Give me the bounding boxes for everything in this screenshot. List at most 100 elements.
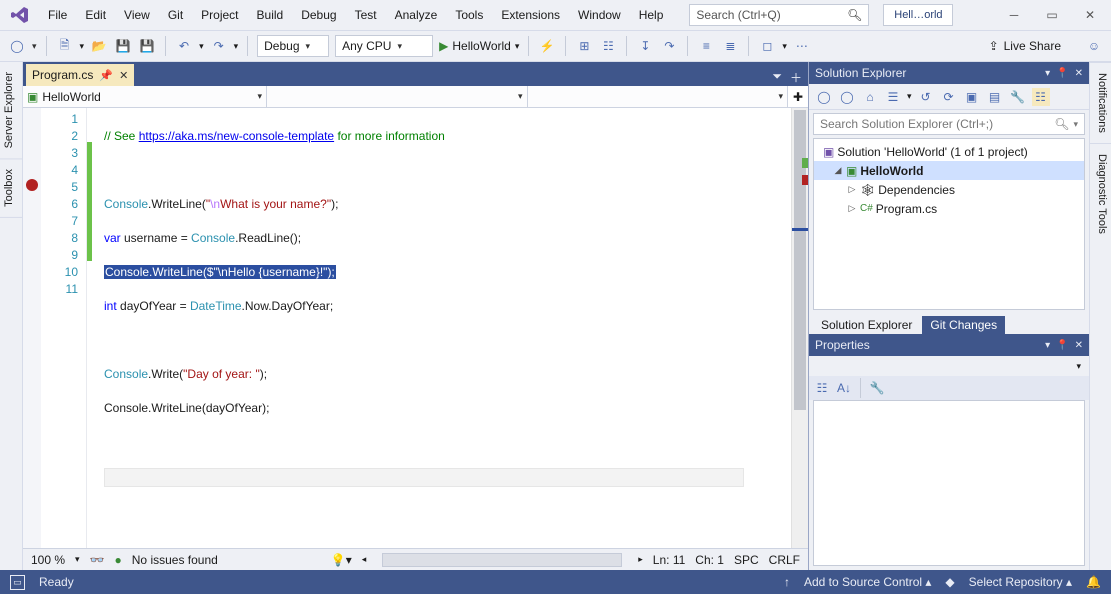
se-home-icon[interactable]: ⌂	[861, 88, 879, 106]
menu-debug[interactable]: Debug	[293, 5, 344, 25]
tab-solution-explorer[interactable]: Solution Explorer	[813, 316, 920, 334]
nav-scope-combo[interactable]: ▣ HelloWorld ▾	[23, 86, 267, 107]
config-combo[interactable]: Debug▾	[257, 35, 329, 57]
notifications-tab[interactable]: Notifications	[1090, 62, 1111, 143]
menu-extensions[interactable]: Extensions	[493, 5, 568, 25]
menu-build[interactable]: Build	[249, 5, 292, 25]
pin-panel-icon[interactable]: 📍	[1056, 68, 1068, 79]
light-bulb-icon[interactable]: 💡▾	[331, 553, 352, 567]
se-toggle-icon[interactable]: ☰	[884, 88, 902, 106]
start-debug-button[interactable]: ▶ HelloWorld ▾	[439, 39, 519, 53]
close-tab-icon[interactable]: ✕	[119, 69, 128, 82]
maximize-button[interactable]: ▭	[1037, 4, 1067, 26]
nav-member-combo[interactable]: ▾	[528, 86, 789, 107]
tab-overflow-icon[interactable]: ＋	[790, 69, 802, 86]
tree-solution-node[interactable]: ▣ Solution 'HelloWorld' (1 of 1 project)	[814, 142, 1084, 161]
expand-icon[interactable]: ▷	[847, 203, 857, 214]
menu-edit[interactable]: Edit	[77, 5, 114, 25]
char-indicator[interactable]: Ch: 1	[695, 553, 724, 567]
nav-type-combo[interactable]: ▾	[267, 86, 528, 107]
se-search-input[interactable]: Search Solution Explorer (Ctrl+;) 🔍︎▾	[813, 113, 1085, 135]
tb-icon-1[interactable]: ⊞	[575, 37, 593, 55]
se-back-icon[interactable]: ◯	[815, 88, 833, 106]
toolbox-tab[interactable]: Toolbox	[0, 159, 22, 218]
bookmark-icon[interactable]: ◻	[758, 37, 776, 55]
close-panel-icon[interactable]: ✕	[1075, 68, 1083, 79]
se-sync-icon[interactable]: ↺	[917, 88, 935, 106]
minimize-button[interactable]: ─	[999, 4, 1029, 26]
output-window-icon[interactable]: ▭	[10, 575, 25, 590]
zoom-combo[interactable]: 100 %	[31, 553, 65, 567]
properties-header[interactable]: Properties ▾ 📍 ✕	[809, 334, 1089, 356]
vertical-scrollbar[interactable]	[791, 108, 808, 548]
menu-file[interactable]: File	[40, 5, 75, 25]
document-tab-program[interactable]: Program.cs 📌 ✕	[26, 64, 134, 86]
indent-mode[interactable]: SPC	[734, 553, 759, 567]
se-fwd-icon[interactable]: ◯	[838, 88, 856, 106]
close-panel-icon[interactable]: ✕	[1075, 340, 1083, 351]
properties-grid[interactable]	[813, 400, 1085, 566]
outdent-icon[interactable]: ≣	[721, 37, 739, 55]
server-explorer-tab[interactable]: Server Explorer	[0, 62, 22, 159]
breakpoint-margin[interactable]	[23, 108, 41, 548]
se-showall-icon[interactable]: ▤	[986, 88, 1004, 106]
menu-help[interactable]: Help	[631, 5, 672, 25]
categorize-icon[interactable]: ☷	[813, 379, 831, 397]
breakpoint-dot[interactable]	[26, 179, 38, 191]
pin-icon[interactable]: 📌	[99, 69, 113, 82]
menu-analyze[interactable]: Analyze	[387, 5, 446, 25]
add-source-control-button[interactable]: Add to Source Control ▴	[804, 575, 931, 589]
platform-combo[interactable]: Any CPU▾	[335, 35, 433, 57]
redo-icon[interactable]: ↷	[210, 37, 228, 55]
window-options-icon[interactable]: ▾	[1045, 340, 1050, 351]
undo-icon[interactable]: ↶	[175, 37, 193, 55]
new-project-icon[interactable]: 🗎	[56, 37, 74, 55]
tree-project-node[interactable]: ◢ ▣ HelloWorld	[814, 161, 1084, 180]
solution-tree[interactable]: ▣ Solution 'HelloWorld' (1 of 1 project)…	[813, 138, 1085, 310]
se-properties-icon[interactable]: 🔧	[1009, 88, 1027, 106]
window-options-icon[interactable]: ▾	[1045, 68, 1050, 79]
comment-icon[interactable]: ⋯	[793, 37, 811, 55]
diagnostic-tools-tab[interactable]: Diagnostic Tools	[1090, 143, 1111, 244]
se-preview-icon[interactable]: ☷	[1032, 88, 1050, 106]
menu-test[interactable]: Test	[347, 5, 385, 25]
split-editor-icon[interactable]: ✚	[788, 86, 808, 107]
quick-search-input[interactable]: Search (Ctrl+Q) 🔍︎	[689, 4, 869, 26]
step-over-icon[interactable]: ↷	[660, 37, 678, 55]
properties-target-combo[interactable]: ▾	[809, 356, 1089, 376]
glasses-icon[interactable]: 👓	[90, 553, 105, 567]
menu-view[interactable]: View	[116, 5, 158, 25]
tree-dependencies-node[interactable]: ▷ 🕸 Dependencies	[814, 180, 1084, 199]
collapse-icon[interactable]: ◢	[833, 165, 843, 176]
solution-explorer-header[interactable]: Solution Explorer ▾ 📍 ✕	[809, 62, 1089, 84]
live-share-button[interactable]: ⇪ Live Share	[989, 39, 1061, 53]
save-icon[interactable]: 💾	[114, 37, 132, 55]
menu-tools[interactable]: Tools	[447, 5, 491, 25]
indent-icon[interactable]: ≡	[697, 37, 715, 55]
expand-icon[interactable]: ▷	[847, 184, 857, 195]
select-repository-button[interactable]: Select Repository ▴	[969, 575, 1072, 589]
se-collapse-icon[interactable]: ▣	[963, 88, 981, 106]
prop-wrench-icon[interactable]: 🔧	[868, 379, 886, 397]
step-into-icon[interactable]: ↧	[636, 37, 654, 55]
menu-window[interactable]: Window	[570, 5, 629, 25]
tab-git-changes[interactable]: Git Changes	[922, 316, 1005, 334]
menu-project[interactable]: Project	[193, 5, 246, 25]
hot-reload-icon[interactable]: ⚡	[538, 37, 556, 55]
code-editor[interactable]: // See https://aka.ms/new-console-templa…	[92, 108, 791, 548]
tb-icon-2[interactable]: ☷	[599, 37, 617, 55]
notification-bell-icon[interactable]: 🔔	[1086, 575, 1101, 589]
pin-panel-icon[interactable]: 📍	[1056, 340, 1068, 351]
horizontal-scrollbar[interactable]	[382, 553, 622, 567]
tree-file-node[interactable]: ▷ C# Program.cs	[814, 199, 1084, 218]
account-badge[interactable]: Hell…orld	[883, 4, 953, 26]
line-ending-mode[interactable]: CRLF	[769, 553, 800, 567]
se-refresh-icon[interactable]: ⟳	[940, 88, 958, 106]
open-file-icon[interactable]: 📂	[90, 37, 108, 55]
close-button[interactable]: ✕	[1075, 4, 1105, 26]
menu-git[interactable]: Git	[160, 5, 191, 25]
feedback-icon[interactable]: ☺	[1085, 37, 1103, 55]
sort-az-icon[interactable]: A↓	[835, 379, 853, 397]
nav-back-icon[interactable]: ◯	[8, 37, 26, 55]
issues-label[interactable]: No issues found	[132, 553, 218, 567]
